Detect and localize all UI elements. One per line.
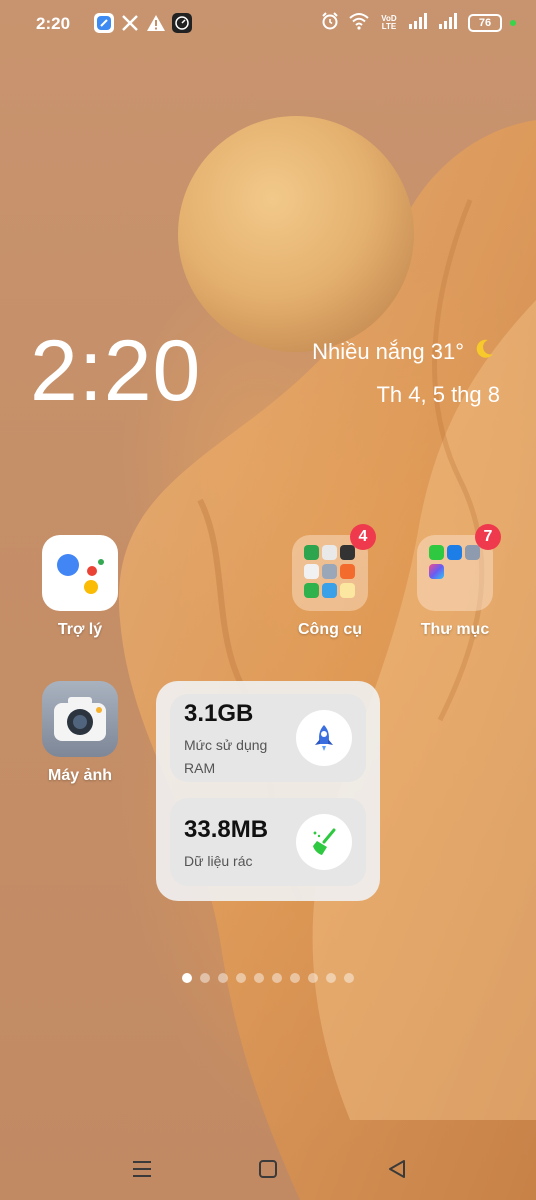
- mini-app-icon: [304, 545, 319, 560]
- camera-icon: [42, 681, 118, 757]
- menu-icon[interactable]: [127, 1154, 157, 1184]
- page-dot[interactable]: [326, 973, 336, 983]
- app-label: Thư mục: [420, 621, 490, 638]
- folder-files[interactable]: 7 Thư mục: [400, 524, 510, 639]
- clock-date[interactable]: Th 4, 5 thg 8: [376, 382, 500, 408]
- mini-app-icon: [322, 564, 337, 579]
- folder-tools[interactable]: 4 Công cụ: [275, 524, 385, 639]
- page-dot[interactable]: [200, 973, 210, 983]
- volte-label: VoD LTE: [381, 14, 397, 31]
- weather[interactable]: Nhiều nắng 31°: [312, 337, 496, 367]
- mini-app-icon: [340, 545, 355, 560]
- mini-app-icon: [304, 583, 319, 598]
- navigation-bar: [0, 1134, 536, 1200]
- ram-value: 3.1GB: [184, 700, 254, 727]
- junk-label: Dữ liệu rác: [184, 853, 253, 869]
- x-icon: [120, 13, 140, 33]
- mini-app-icon: [465, 545, 480, 560]
- mini-app-icon: [447, 545, 462, 560]
- signal-icon: [438, 12, 460, 35]
- alarm-icon: [320, 11, 340, 36]
- signal-icon: [408, 12, 430, 35]
- page-dot[interactable]: [272, 973, 282, 983]
- ram-card[interactable]: 3.1GB Mức sử dụng RAM: [170, 694, 366, 782]
- page-dot[interactable]: [290, 973, 300, 983]
- page-dot[interactable]: [236, 973, 246, 983]
- privacy-indicator: [510, 20, 516, 26]
- page-dot[interactable]: [254, 973, 264, 983]
- mini-app-icon: [322, 545, 337, 560]
- phone-manager-widget[interactable]: 3.1GB Mức sử dụng RAM 33.8MB Dữ liệu rác: [156, 681, 380, 901]
- junk-card[interactable]: 33.8MB Dữ liệu rác: [170, 798, 366, 886]
- weather-text: Nhiều nắng 31°: [312, 339, 464, 364]
- page-dot[interactable]: [308, 973, 318, 983]
- clock-time[interactable]: 2:20: [30, 322, 201, 421]
- mini-app-icon: [429, 564, 444, 579]
- ram-label: Mức sử dụng RAM: [184, 737, 268, 776]
- notification-badge: 7: [475, 524, 501, 550]
- junk-value: 33.8MB: [184, 816, 269, 843]
- app-camera[interactable]: Máy ảnh: [25, 681, 135, 785]
- app-label: Trợ lý: [57, 621, 103, 638]
- app-label: Công cụ: [298, 621, 362, 638]
- wifi-icon: [348, 12, 370, 35]
- mini-app-icon: [429, 545, 444, 560]
- page-indicator[interactable]: [182, 973, 354, 983]
- note-app-icon: [94, 13, 114, 33]
- page-dot[interactable]: [218, 973, 228, 983]
- app-assistant[interactable]: Trợ lý: [25, 535, 135, 639]
- broom-icon[interactable]: [296, 814, 352, 870]
- folder-icon: 4: [292, 524, 376, 611]
- battery-level: 76: [478, 17, 492, 29]
- google-assistant-icon: [42, 535, 118, 611]
- folder-icon: 7: [417, 524, 501, 611]
- battery-icon: 76: [468, 14, 502, 32]
- status-time: 2:20: [36, 14, 71, 33]
- home-icon[interactable]: [253, 1154, 283, 1184]
- back-icon[interactable]: [382, 1154, 412, 1184]
- mini-app-icon: [322, 583, 337, 598]
- status-bar: 2:20 VoD LTE 76: [0, 0, 536, 48]
- rocket-icon[interactable]: [296, 710, 352, 766]
- clock-app-icon: [172, 13, 192, 33]
- mini-app-icon: [340, 583, 355, 598]
- mini-app-icon: [304, 564, 319, 579]
- page-dot[interactable]: [182, 973, 192, 983]
- page-dot[interactable]: [344, 973, 354, 983]
- warning-icon: [146, 13, 166, 33]
- notification-badge: 4: [350, 524, 376, 550]
- moon-icon: [472, 337, 496, 367]
- mini-app-icon: [340, 564, 355, 579]
- app-label: Máy ảnh: [47, 767, 112, 784]
